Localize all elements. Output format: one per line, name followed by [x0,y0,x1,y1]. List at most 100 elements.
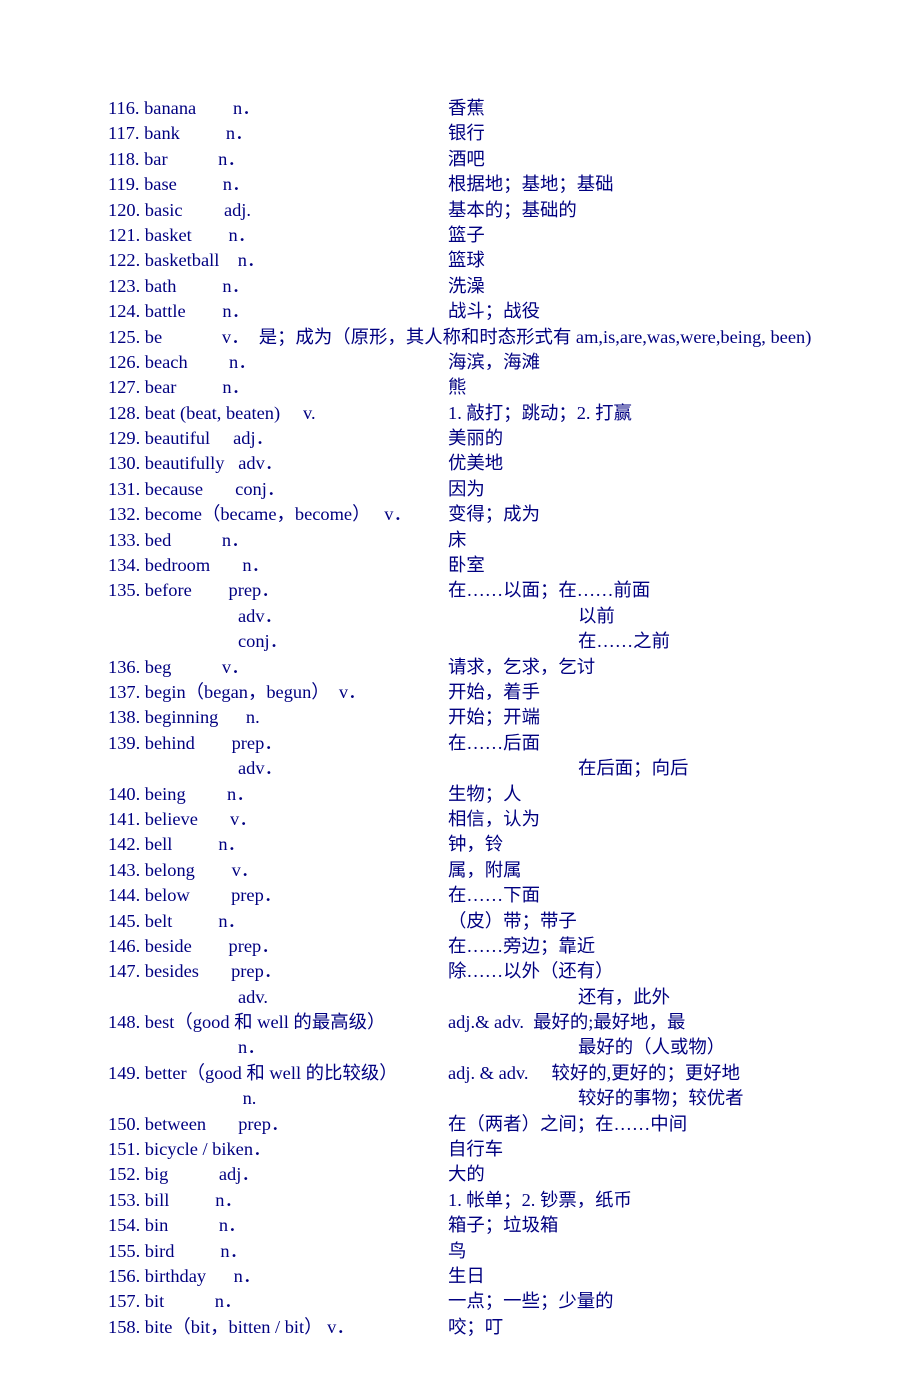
definition-cell: 战斗；战役 [448,299,860,324]
vocab-row: 132. become（became，become） v．变得；成为 [108,502,860,527]
definition-cell: adj.& adv. 最好的;最好地，最 [448,1010,860,1035]
word-cell: 156. birthday n． [108,1264,448,1289]
definition-cell: 自行车 [448,1137,860,1162]
vocab-row: 118. bar n．酒吧 [108,147,860,172]
definition-cell: 篮子 [448,223,860,248]
vocab-row: 154. bin n．箱子；垃圾箱 [108,1213,860,1238]
definition-cell: 生日 [448,1264,860,1289]
word-cell: 141. believe v． [108,807,448,832]
vocab-row: 122. basketball n．篮球 [108,248,860,273]
definition-cell: 优美地 [448,451,860,476]
vocab-row: adv.还有，此外 [108,985,860,1010]
definition-cell: 银行 [448,121,860,146]
definition-cell: 开始，着手 [448,680,860,705]
definition-cell: 大的 [448,1162,860,1187]
vocab-row: 150. between prep．在（两者）之间；在……中间 [108,1112,860,1137]
definition-cell: 美丽的 [448,426,860,451]
vocab-row: 121. basket n．篮子 [108,223,860,248]
definition-cell: 基本的；基础的 [448,198,860,223]
vocab-row: 149. better（good 和 well 的比较级） adj. & adv… [108,1061,860,1086]
vocab-row: 143. belong v．属，附属 [108,858,860,883]
vocab-row: 140. being n．生物；人 [108,782,860,807]
word-cell: 117. bank n． [108,121,448,146]
vocab-row: 142. bell n．钟，铃 [108,832,860,857]
definition-cell: 最好的（人或物） [578,1035,860,1060]
word-cell: 120. basic adj. [108,198,448,223]
vocab-row: 136. beg v．请求，乞求，乞讨 [108,655,860,680]
vocab-row: 124. battle n．战斗；战役 [108,299,860,324]
word-cell: 136. beg v． [108,655,448,680]
definition-cell: 在……之前 [578,629,860,654]
vocab-row: 128. beat (beat, beaten) v.1. 敲打；跳动；2. 打… [108,401,860,426]
word-cell: 151. bicycle / biken． [108,1137,448,1162]
definition-cell: 篮球 [448,248,860,273]
definition-cell: 酒吧 [448,147,860,172]
word-cell: 139. behind prep． [108,731,448,756]
word-cell: 132. become（became，become） v． [108,502,448,527]
vocab-row: 157. bit n．一点；一些；少量的 [108,1289,860,1314]
vocab-row: 126. beach n．海滨，海滩 [108,350,860,375]
definition-cell: 变得；成为 [448,502,860,527]
vocab-row: 127. bear n．熊 [108,375,860,400]
definition-cell: 床 [448,528,860,553]
definition-cell: 在……后面 [448,731,860,756]
vocab-row: 144. below prep．在……下面 [108,883,860,908]
definition-cell: 因为 [448,477,860,502]
vocab-row: 158. bite（bit，bitten / bit） v．咬；叮 [108,1315,860,1340]
vocab-row: 123. bath n．洗澡 [108,274,860,299]
word-cell: 134. bedroom n． [108,553,448,578]
definition-cell: 开始；开端 [448,705,860,730]
definition-cell: 鸟 [448,1239,860,1264]
vocab-row: 125. be v． 是；成为（原形，其人称和时态形式有 am,is,are,w… [108,325,860,350]
word-cell: 146. beside prep． [108,934,448,959]
vocab-row: 146. beside prep．在……旁边；靠近 [108,934,860,959]
definition-cell: （皮）带；带子 [448,909,860,934]
vocab-row: 131. because conj．因为 [108,477,860,502]
word-cell: 124. battle n． [108,299,448,324]
word-cell: 147. besides prep． [108,959,448,984]
vocab-row: 151. bicycle / biken．自行车 [108,1137,860,1162]
vocab-row: 133. bed n．床 [108,528,860,553]
vocab-row: 130. beautifully adv．优美地 [108,451,860,476]
definition-cell: 以前 [578,604,860,629]
definition-cell: 在……以面；在……前面 [448,578,860,603]
word-cell: 144. below prep． [108,883,448,908]
vocab-row: 119. base n．根据地；基地；基础 [108,172,860,197]
vocab-row: 145. belt n．（皮）带；带子 [108,909,860,934]
vocab-entry: 125. be v． 是；成为（原形，其人称和时态形式有 am,is,are,w… [108,325,811,350]
definition-cell: 在……旁边；靠近 [448,934,860,959]
vocab-page: 116. banana n．香蕉117. bank n．银行118. bar n… [0,0,920,1400]
definition-cell: adj. & adv. 较好的,更好的；更好地 [448,1061,860,1086]
word-cell: 157. bit n． [108,1289,448,1314]
definition-cell: 还有，此外 [578,985,860,1010]
word-cell: 130. beautifully adv． [108,451,448,476]
word-cell: 127. bear n． [108,375,448,400]
definition-cell: 较好的事物；较优者 [578,1086,860,1111]
definition-cell: 海滨，海滩 [448,350,860,375]
definition-cell: 卧室 [448,553,860,578]
vocab-row: n.较好的事物；较优者 [108,1086,860,1111]
word-cell: 158. bite（bit，bitten / bit） v． [108,1315,448,1340]
word-cell: 150. between prep． [108,1112,448,1137]
vocab-row: adv．以前 [108,604,860,629]
word-cell: 153. bill n． [108,1188,448,1213]
vocab-row: 139. behind prep．在……后面 [108,731,860,756]
vocab-row: conj．在……之前 [108,629,860,654]
vocab-row: 129. beautiful adj．美丽的 [108,426,860,451]
word-cell: 131. because conj． [108,477,448,502]
word-cell: 137. begin（began，begun） v． [108,680,448,705]
vocab-row: adv．在后面；向后 [108,756,860,781]
word-cell: 119. base n． [108,172,448,197]
word-cell: 133. bed n． [108,528,448,553]
word-cell: 121. basket n． [108,223,448,248]
vocab-row: 148. best（good 和 well 的最高级） adj.& adv. 最… [108,1010,860,1035]
vocab-row: n．最好的（人或物） [108,1035,860,1060]
word-cell: 122. basketball n． [108,248,448,273]
word-cell: 140. being n． [108,782,448,807]
definition-cell: 根据地；基地；基础 [448,172,860,197]
definition-cell: 在后面；向后 [578,756,860,781]
word-cell: conj． [108,629,578,654]
word-cell: 138. beginning n. [108,705,448,730]
vocab-row: 117. bank n．银行 [108,121,860,146]
definition-cell: 熊 [448,375,860,400]
